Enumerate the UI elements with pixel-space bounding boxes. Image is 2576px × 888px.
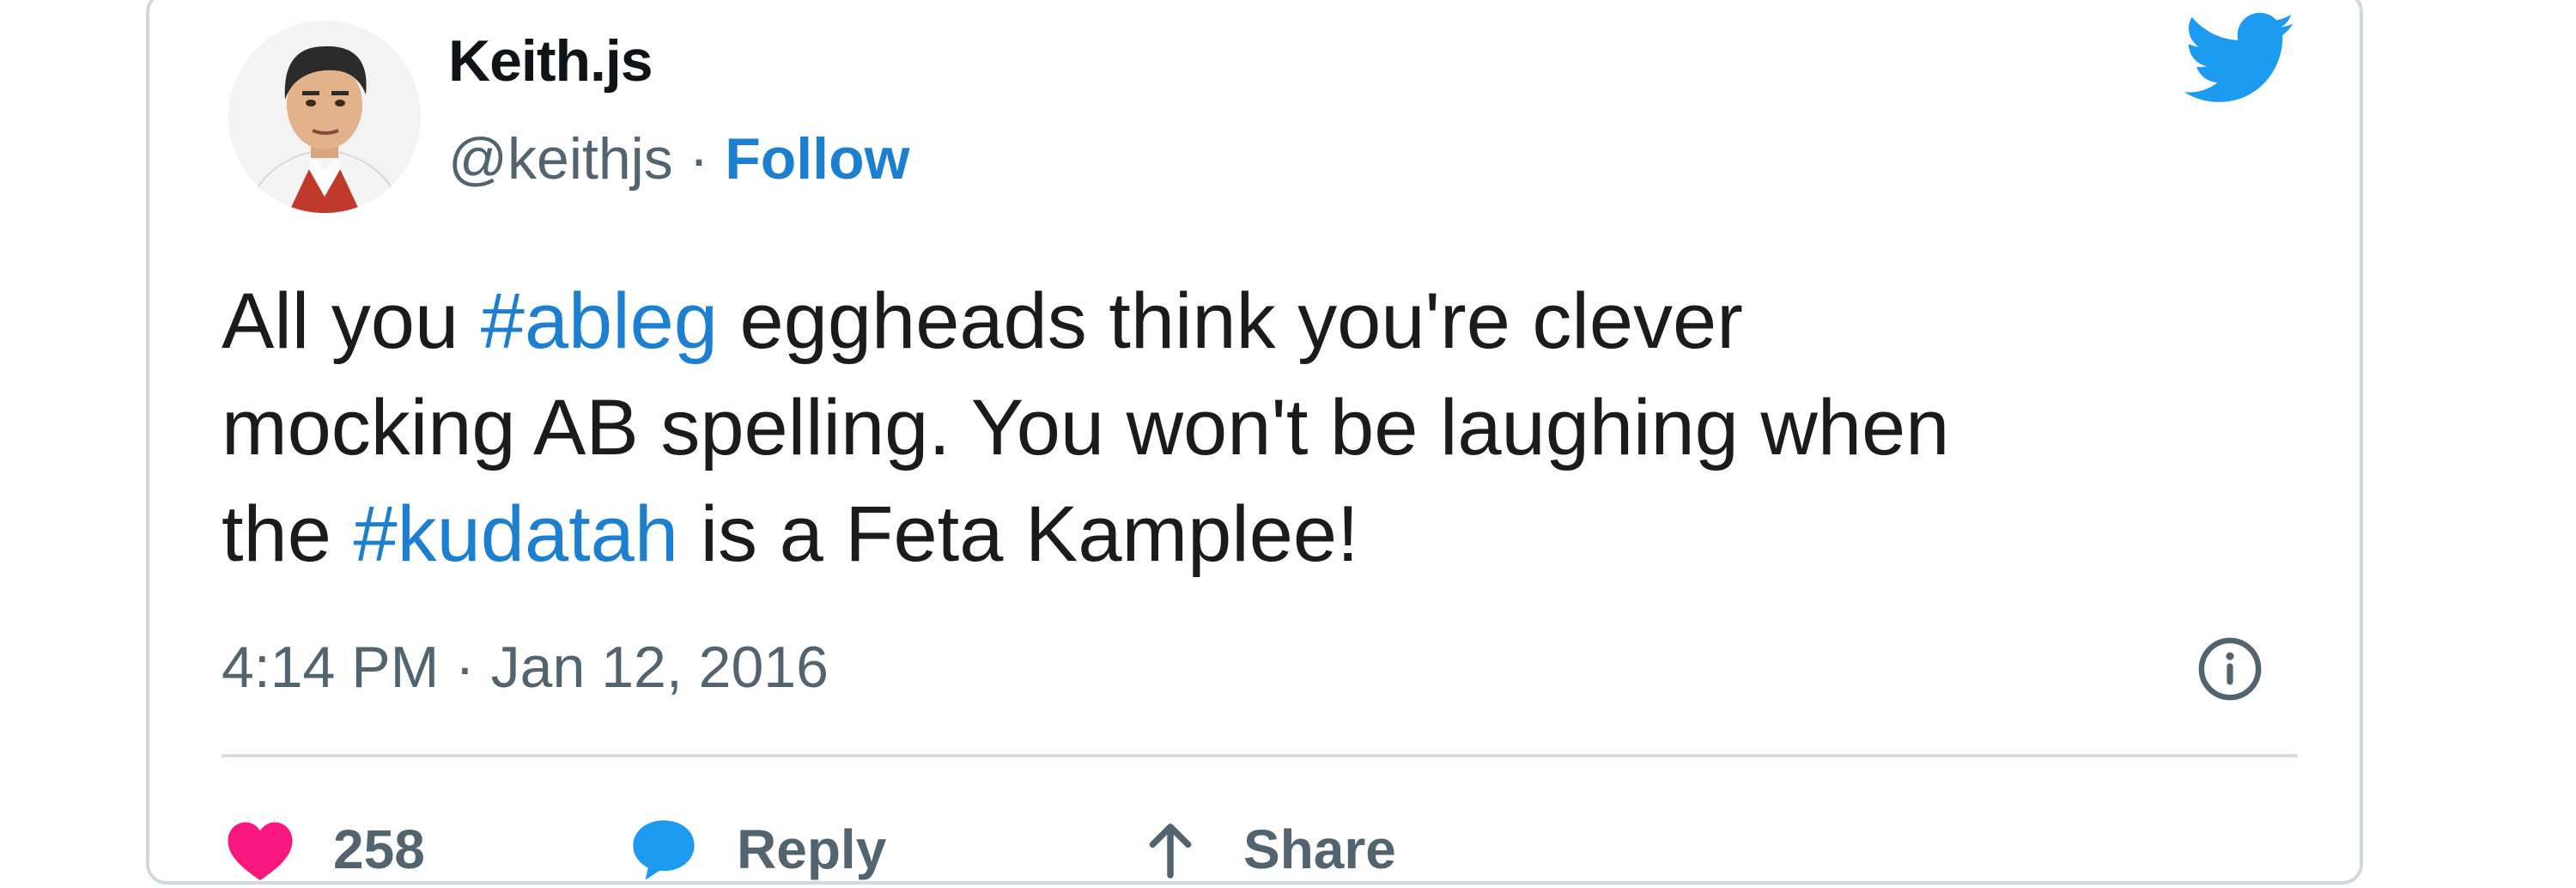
handle-separator: · — [672, 126, 726, 192]
follow-button[interactable]: Follow — [725, 126, 909, 192]
like-count: 258 — [333, 818, 425, 880]
avatar-image — [228, 21, 421, 213]
share-arrow-icon — [1149, 824, 1192, 879]
hashtag-link[interactable]: #kudatah — [353, 490, 678, 578]
text-segment: is a Feta Kamplee! — [678, 490, 1359, 578]
divider — [222, 754, 2298, 757]
hashtag-link[interactable]: #ableg — [481, 277, 718, 365]
tweet-timestamp[interactable]: 4:14 PM · Jan 12, 2016 — [222, 634, 829, 701]
reply-label: Reply — [737, 818, 887, 880]
user-handle[interactable]: @keithjs — [448, 126, 673, 192]
display-name[interactable]: Keith.js — [448, 27, 653, 94]
tweet-card: Keith.js @keithjs · Follow All you #able… — [146, 0, 2363, 885]
tweet-line: mocking AB spelling. You won't be laughi… — [222, 374, 2282, 481]
share-label: Share — [1243, 818, 1396, 880]
avatar[interactable] — [228, 21, 421, 213]
twitter-bird-icon[interactable] — [2184, 12, 2296, 106]
text-segment: eggheads think you're clever — [717, 277, 1743, 365]
reply-button[interactable]: Reply — [625, 811, 886, 888]
text-segment: the — [222, 490, 354, 578]
tweet-line: the #kudatah is a Feta Kamplee! — [222, 481, 2282, 587]
reply-bubble-icon — [633, 820, 695, 880]
info-icon[interactable] — [2196, 636, 2263, 702]
heart-icon — [228, 822, 293, 880]
handle-row: @keithjs · Follow — [448, 125, 910, 192]
like-button[interactable]: 258 — [222, 811, 425, 888]
share-button[interactable]: Share — [1132, 811, 1396, 888]
tweet-line: All you #ableg eggheads think you're cle… — [222, 268, 2282, 374]
text-segment: All you — [222, 277, 481, 365]
tweet-text: All you #ableg eggheads think you're cle… — [222, 268, 2282, 587]
text-segment: mocking AB spelling. You won't be laughi… — [222, 384, 1950, 471]
